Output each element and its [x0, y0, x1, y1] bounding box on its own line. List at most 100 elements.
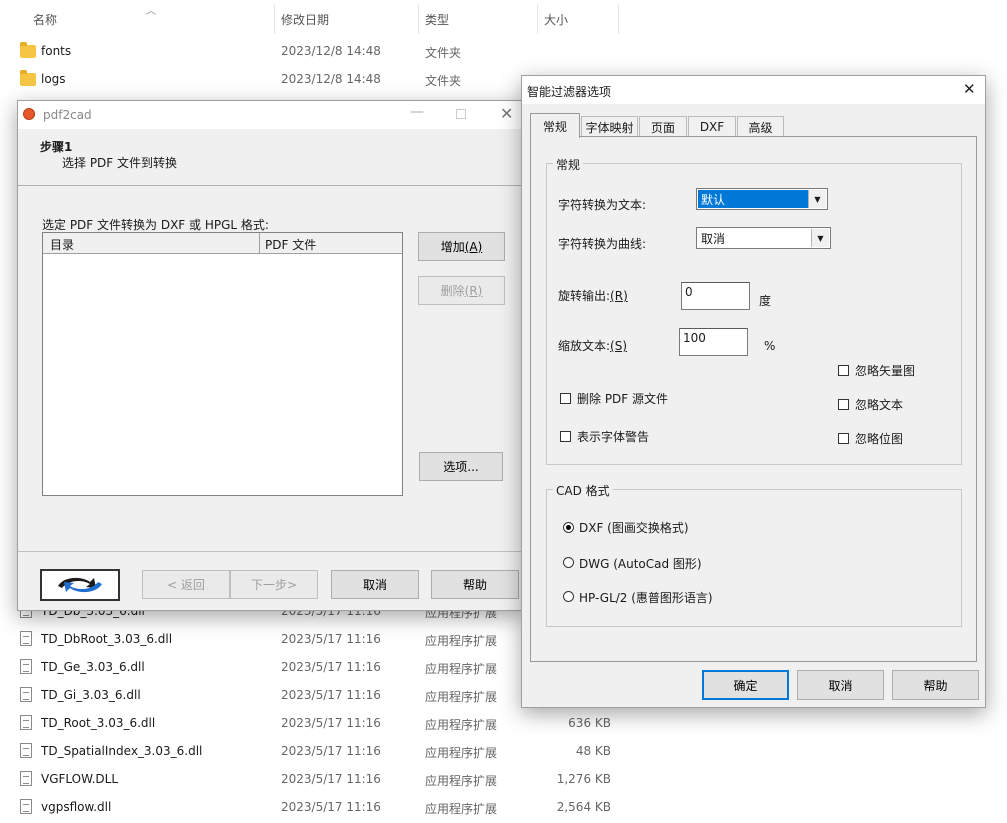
file-type: 文件夹	[425, 74, 462, 88]
pdf2cad-dialog: pdf2cad — ✕ 步骤1 选择 PDF 文件到转换 选定 PDF 文件转换…	[17, 100, 525, 611]
help-button[interactable]: 帮助	[892, 670, 979, 700]
format-dwg-label: DWG (AutoCad 图形)	[579, 557, 702, 571]
chevron-down-icon[interactable]: ▼	[808, 190, 826, 208]
show-font-warning-label: 表示字体警告	[577, 430, 650, 444]
column-divider[interactable]	[418, 4, 419, 34]
title-bar[interactable]: 智能过滤器选项 ✕	[522, 76, 985, 104]
ignore-bitmap-label: 忽略位图	[855, 432, 904, 446]
sort-up-icon: ︿	[146, 6, 156, 17]
rotate-label: 旋转输出:(R)	[558, 289, 628, 303]
maximize-icon[interactable]	[456, 109, 466, 119]
file-name: logs	[41, 72, 66, 86]
scale-label: 缩放文本:(S)	[558, 339, 628, 353]
delete-pdf-checkbox[interactable]	[560, 393, 571, 404]
file-date: 2023/5/17 11:16	[281, 744, 381, 758]
file-date: 2023/12/8 14:48	[281, 44, 381, 58]
file-type: 应用程序扩展	[425, 634, 498, 648]
add-label: 增加	[440, 240, 465, 254]
options-button[interactable]: 选项...	[419, 452, 503, 481]
file-type: 应用程序扩展	[425, 774, 498, 788]
text-to-curve-select[interactable]: 取消 ▼	[696, 227, 831, 249]
ignore-bitmap-checkbox[interactable]	[838, 433, 849, 444]
format-dwg-radio[interactable]	[563, 557, 574, 568]
next-button[interactable]: 下一步>	[230, 570, 318, 599]
tab-page[interactable]: 页面	[639, 116, 687, 137]
column-type[interactable]: 类型	[425, 11, 449, 28]
add-shortcut: (A)	[464, 239, 483, 254]
ignore-vector-checkbox[interactable]	[838, 365, 849, 376]
format-hpgl-radio[interactable]	[563, 591, 574, 602]
tab-font-mapping[interactable]: 字体映射	[581, 116, 638, 137]
text-to-text-value: 默认	[698, 190, 808, 208]
cad-format-group-title: CAD 格式	[553, 482, 613, 499]
file-name: TD_Ge_3.03_6.dll	[41, 660, 145, 674]
text-to-curve-value: 取消	[701, 232, 726, 246]
ok-button[interactable]: 确定	[702, 670, 789, 700]
tab-advanced[interactable]: 高级	[737, 116, 784, 137]
add-button[interactable]: 增加 (A)	[418, 232, 505, 261]
minimize-icon[interactable]: —	[410, 104, 424, 120]
file-type: 文件夹	[425, 46, 462, 60]
file-name: TD_Root_3.03_6.dll	[41, 716, 156, 730]
column-name[interactable]: 名称	[33, 11, 57, 28]
column-size[interactable]: 大小	[544, 11, 568, 28]
file-date: 2023/5/17 11:16	[281, 688, 381, 702]
rotate-unit: 度	[759, 294, 772, 308]
text-to-text-select[interactable]: 默认 ▼	[696, 188, 828, 210]
title-bar[interactable]: pdf2cad — ✕	[18, 101, 524, 129]
file-date: 2023/5/17 11:16	[281, 716, 381, 730]
help-button[interactable]: 帮助	[431, 570, 519, 599]
file-row[interactable]: TD_Root_3.03_6.dll 2023/5/17 11:16 应用程序扩…	[0, 709, 620, 737]
column-divider[interactable]	[618, 4, 619, 34]
column-divider[interactable]	[537, 4, 538, 34]
cancel-button[interactable]: 取消	[797, 670, 884, 700]
close-icon[interactable]: ✕	[500, 104, 513, 123]
column-date[interactable]: 修改日期	[281, 11, 329, 28]
file-row[interactable]: fonts 2023/12/8 14:48 文件夹	[0, 37, 620, 65]
file-type: 应用程序扩展	[425, 662, 498, 676]
chevron-down-icon[interactable]: ▼	[811, 229, 829, 247]
scale-unit: %	[764, 339, 776, 353]
close-icon[interactable]: ✕	[963, 80, 976, 98]
scale-input[interactable]: 100	[679, 328, 748, 356]
file-row[interactable]: vgpsflow.dll 2023/5/17 11:16 应用程序扩展 2,56…	[0, 793, 620, 821]
general-group-title: 常规	[553, 156, 584, 173]
pdf-file-list[interactable]: 目录 PDF 文件	[42, 232, 403, 496]
delete-label: 删除	[440, 284, 465, 298]
rotate-input[interactable]: 0	[681, 282, 750, 310]
column-divider[interactable]	[259, 233, 260, 253]
delete-shortcut: (R)	[464, 283, 483, 298]
column-divider[interactable]	[274, 4, 275, 34]
tab-dxf[interactable]: DXF	[688, 116, 736, 137]
file-date: 2023/5/17 11:16	[281, 800, 381, 814]
file-row[interactable]: TD_SpatialIndex_3.03_6.dll 2023/5/17 11:…	[0, 737, 620, 765]
file-date: 2023/5/17 11:16	[281, 632, 381, 646]
cancel-button[interactable]: 取消	[331, 570, 419, 599]
list-column-dir[interactable]: 目录	[50, 236, 74, 253]
ignore-text-checkbox[interactable]	[838, 399, 849, 410]
back-button[interactable]: < 返回	[142, 570, 230, 599]
file-date: 2023/5/17 11:16	[281, 660, 381, 674]
tab-panel-general: 常规 字符转换为文本: 默认 ▼ 字符转换为曲线: 取消 ▼ 旋转输出:(R) …	[530, 136, 977, 662]
delete-button[interactable]: 删除 (R)	[418, 276, 505, 305]
file-row[interactable]: VGFLOW.DLL 2023/5/17 11:16 应用程序扩展 1,276 …	[0, 765, 620, 793]
file-type: 应用程序扩展	[425, 802, 498, 816]
show-font-warning-checkbox[interactable]	[560, 431, 571, 442]
file-type: 应用程序扩展	[425, 746, 498, 760]
app-logo	[40, 569, 120, 601]
text-to-text-label: 字符转换为文本:	[558, 198, 647, 212]
list-column-pdf[interactable]: PDF 文件	[265, 236, 316, 253]
file-name: TD_Gi_3.03_6.dll	[41, 688, 141, 702]
dialog-title: 智能过滤器选项	[527, 85, 612, 99]
file-name: TD_DbRoot_3.03_6.dll	[41, 632, 173, 646]
list-header: 目录 PDF 文件	[43, 233, 402, 254]
step-subtitle: 选择 PDF 文件到转换	[62, 156, 178, 170]
list-label: 选定 PDF 文件转换为 DXF 或 HPGL 格式:	[42, 218, 269, 232]
filter-options-dialog: 智能过滤器选项 ✕ 常规 字体映射 页面 DXF 高级 常规 字符转换为文本: …	[521, 75, 986, 708]
file-date: 2023/5/17 11:16	[281, 772, 381, 786]
file-size: 1,276 KB	[556, 772, 611, 786]
ignore-text-label: 忽略文本	[855, 398, 904, 412]
tab-general[interactable]: 常规	[530, 113, 580, 138]
file-size: 636 KB	[568, 716, 611, 730]
format-dxf-radio[interactable]	[563, 522, 574, 533]
